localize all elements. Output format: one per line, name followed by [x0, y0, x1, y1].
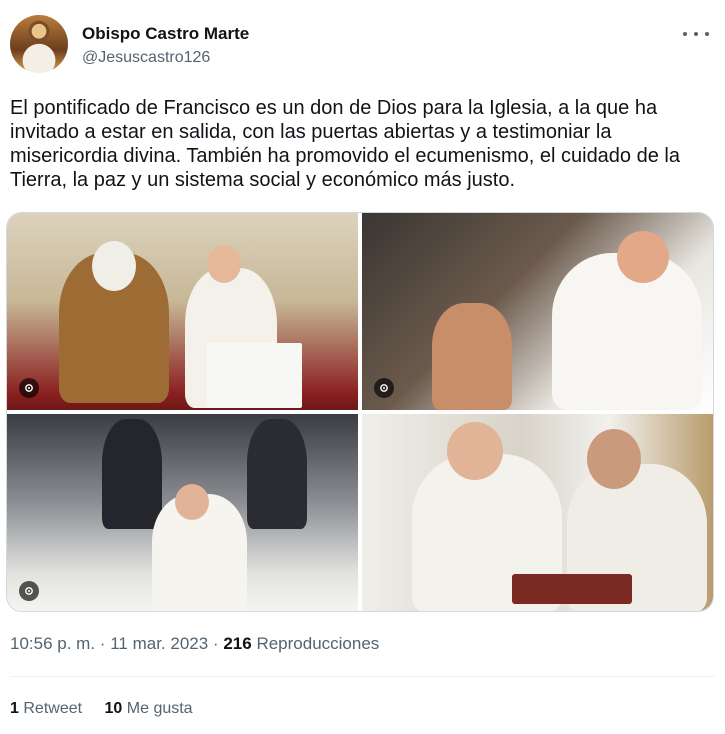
- tweet: Obispo Castro Marte @Jesuscastro126 El p…: [0, 0, 725, 734]
- alt-badge-icon[interactable]: [19, 581, 39, 601]
- more-dot: [683, 32, 687, 36]
- more-dot: [705, 32, 709, 36]
- photo-object: [512, 574, 632, 604]
- photo-figure: [102, 419, 162, 529]
- alt-badge-icon[interactable]: [19, 378, 39, 398]
- meta-separator: ·: [212, 634, 219, 653]
- tweet-time[interactable]: 10:56 p. m.: [10, 634, 95, 653]
- tweet-header: Obispo Castro Marte @Jesuscastro126: [10, 15, 715, 79]
- retweets-count: 1: [10, 700, 19, 717]
- photo-3[interactable]: [7, 414, 358, 611]
- photo-1[interactable]: [7, 213, 358, 410]
- photo-figure: [175, 484, 209, 520]
- tweet-text: El pontificado de Francisco es un don de…: [10, 97, 680, 191]
- photo-figure: [92, 241, 136, 291]
- tweet-date[interactable]: 11 mar. 2023: [110, 634, 208, 653]
- engagement-stats: 1 Retweet 10 Me gusta: [10, 700, 211, 718]
- more-dot: [694, 32, 698, 36]
- tweet-meta: 10:56 p. m. · 11 mar. 2023 · 216 Reprodu…: [10, 634, 379, 654]
- photo-figure: [447, 422, 503, 480]
- avatar[interactable]: [10, 15, 68, 73]
- views-count: 216: [223, 634, 252, 653]
- retweets-stat[interactable]: 1 Retweet: [10, 700, 87, 717]
- likes-stat[interactable]: 10 Me gusta: [105, 700, 193, 717]
- likes-count: 10: [104, 700, 123, 717]
- author-name[interactable]: Obispo Castro Marte: [82, 24, 249, 44]
- more-options-icon[interactable]: [683, 25, 709, 43]
- photo-figure: [207, 245, 241, 283]
- photo-4[interactable]: [362, 414, 713, 611]
- likes-label: Me gusta: [126, 700, 193, 717]
- meta-separator: ·: [99, 634, 106, 653]
- photo-figure: [617, 231, 669, 283]
- photo-2[interactable]: [362, 213, 713, 410]
- media-grid: [6, 212, 714, 612]
- photo-object: [207, 343, 302, 408]
- photo-figure: [432, 303, 512, 410]
- views-label: Reproducciones: [256, 634, 380, 653]
- photo-figure: [587, 429, 641, 489]
- photo-figure: [247, 419, 307, 529]
- author-handle[interactable]: @Jesuscastro126: [82, 49, 210, 67]
- alt-badge-icon[interactable]: [374, 378, 394, 398]
- retweets-label: Retweet: [23, 700, 83, 717]
- divider: [10, 676, 715, 677]
